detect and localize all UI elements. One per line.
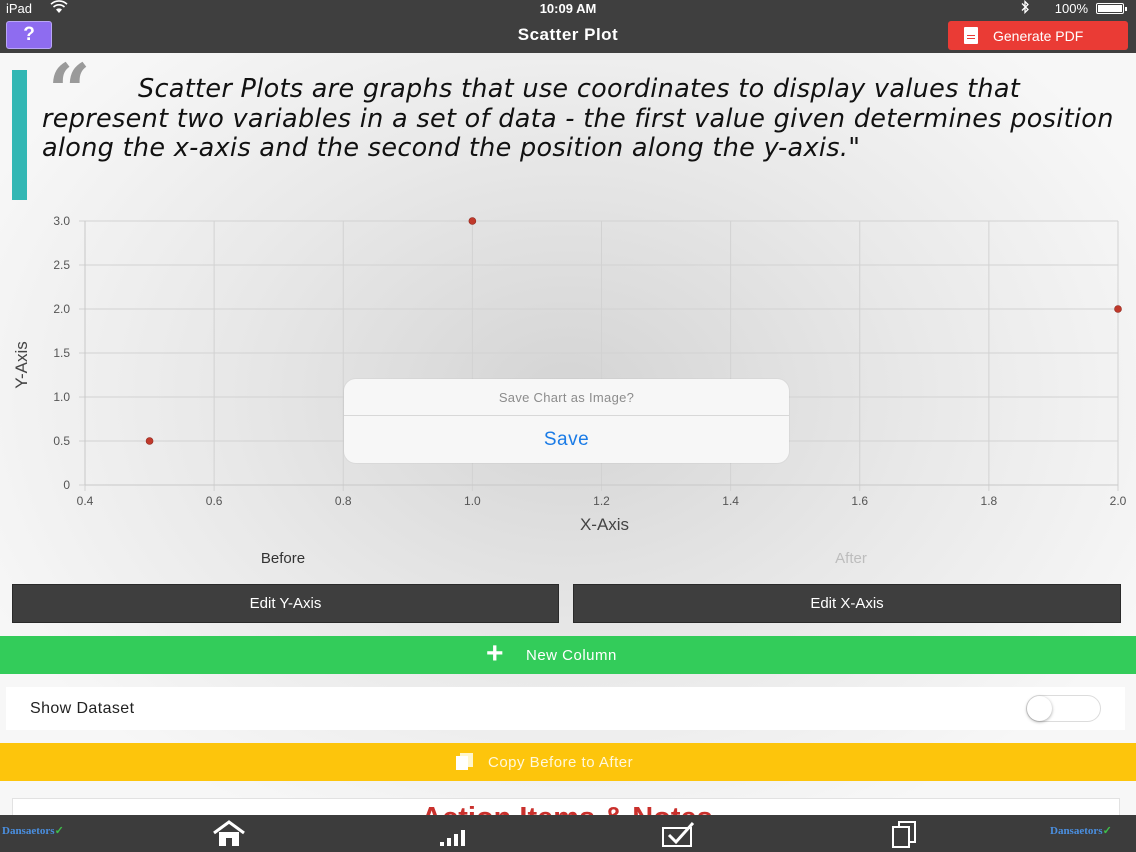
y-tick-label: 1.5: [53, 346, 70, 360]
y-tick-label: 2.5: [53, 258, 70, 272]
clock: 10:09 AM: [539, 1, 597, 16]
copy-before-to-after-button[interactable]: Copy Before to After: [0, 743, 1136, 781]
tab-before[interactable]: Before: [183, 550, 383, 567]
plus-icon: +: [486, 637, 505, 670]
bottom-tab-bar: Dansaetors✓ Dansaetors✓: [0, 815, 1136, 852]
generate-pdf-label: Generate PDF: [993, 28, 1084, 44]
battery-percent: 100%: [1054, 1, 1088, 16]
save-chart-dialog: Save Chart as Image? Save: [344, 379, 789, 463]
x-tick-label: 1.6: [851, 494, 868, 508]
app-screen: iPad 10:09 AM 100% ? Scatter Plot Genera…: [0, 0, 1136, 852]
y-tick-label: 3.0: [53, 214, 70, 228]
definition-quote: Scatter Plots are graphs that use coordi…: [42, 74, 1114, 163]
x-tick-label: 1.0: [464, 494, 481, 508]
x-tick-label: 1.4: [722, 494, 739, 508]
x-tick-label: 1.8: [981, 494, 998, 508]
x-tick-label: 1.2: [593, 494, 610, 508]
edit-y-axis-button[interactable]: Edit Y-Axis: [12, 584, 559, 623]
x-tick-label: 2.0: [1110, 494, 1127, 508]
y-axis-title: Y-Axis: [12, 341, 31, 389]
tab-after[interactable]: After: [751, 550, 951, 567]
edit-x-axis-button[interactable]: Edit X-Axis: [573, 584, 1121, 623]
document-icon: [964, 27, 978, 44]
toggle-knob: [1027, 696, 1052, 721]
brand-logo-left: Dansaetors✓: [2, 825, 64, 837]
show-dataset-toggle[interactable]: [1026, 695, 1101, 722]
battery-icon: [1096, 3, 1127, 14]
help-button[interactable]: ?: [6, 21, 52, 49]
y-tick-label: 0: [63, 478, 70, 492]
x-tick-label: 0.4: [77, 494, 94, 508]
x-tick-label: 0.6: [206, 494, 223, 508]
new-column-button[interactable]: + New Column: [0, 636, 1136, 674]
status-bar: iPad 10:09 AM 100%: [0, 0, 1136, 16]
copy-tab-icon[interactable]: [885, 819, 925, 849]
brand-logo-right: Dansaetors✓: [1050, 825, 1112, 837]
save-button[interactable]: Save: [344, 416, 789, 463]
checkbox-icon[interactable]: [659, 819, 699, 849]
copy-before-to-after-label: Copy Before to After: [488, 754, 634, 771]
new-column-label: New Column: [526, 647, 617, 664]
generate-pdf-button[interactable]: Generate PDF: [948, 21, 1128, 50]
data-point: [1114, 305, 1122, 313]
y-tick-label: 2.0: [53, 302, 70, 316]
y-tick-label: 1.0: [53, 390, 70, 404]
show-dataset-row: Show Dataset: [6, 687, 1125, 730]
data-point: [145, 437, 154, 445]
x-axis-title: X-Axis: [580, 515, 629, 534]
show-dataset-label: Show Dataset: [30, 700, 135, 717]
signal-bars-icon[interactable]: [435, 819, 475, 849]
nav-bar: ? Scatter Plot Generate PDF: [0, 16, 1136, 53]
quote-accent-bar: [12, 70, 27, 200]
y-tick-label: 0.5: [53, 434, 70, 448]
scatter-chart[interactable]: 0.4 0.6 0.8 1.0 1.2 1.4 1.6 1.8 2.0 0 0.5 1.0 1.5 2.0…: [0, 208, 1136, 538]
dialog-message: Save Chart as Image?: [498, 390, 635, 405]
bluetooth-icon: [1020, 0, 1030, 17]
x-tick-label: 0.8: [335, 494, 352, 508]
data-point: [468, 217, 477, 225]
home-icon[interactable]: [209, 819, 249, 849]
copy-icon: [456, 753, 474, 770]
